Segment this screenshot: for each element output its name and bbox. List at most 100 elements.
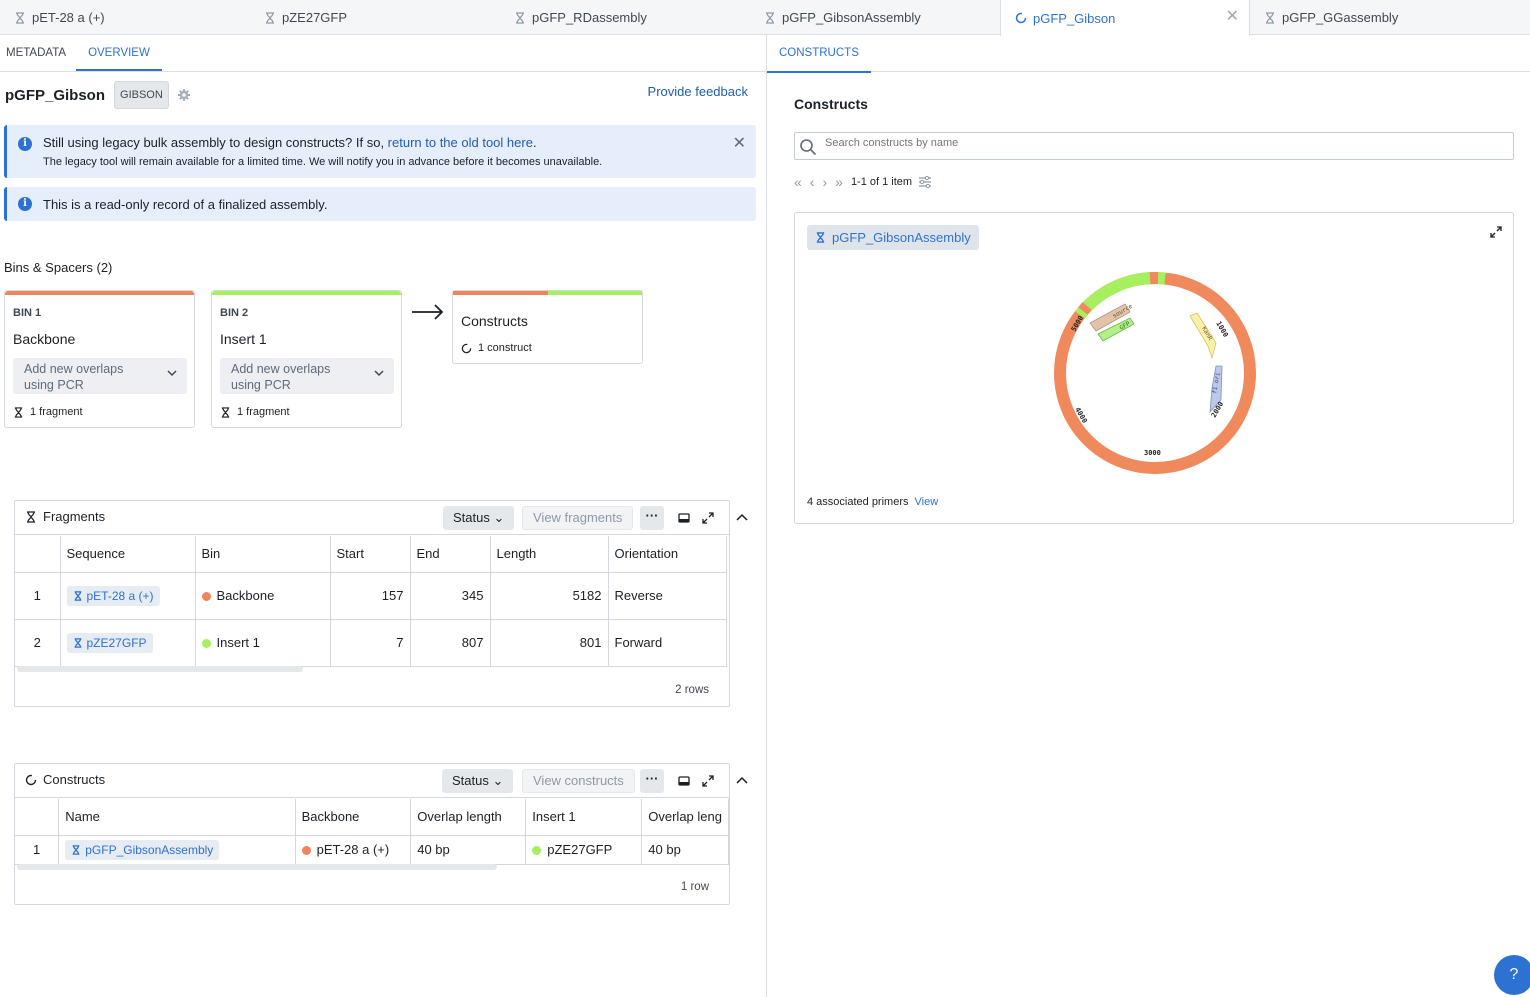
hourglass-icon [27,510,35,523]
column-header[interactable]: Overlap length [410,799,527,836]
readonly-text: This is a read-only record of a finalize… [43,197,328,212]
left-subtabs: METADATA OVERVIEW [0,35,766,72]
column-header[interactable]: Length [490,536,609,573]
tab-label: pGFP_GibsonAssembly [782,10,921,25]
table-header-row: Name Backbone Overlap length Insert 1 Ov… [15,799,729,836]
sequence-chip[interactable]: pET-28 a (+) [66,585,160,606]
hourglass-icon [72,844,80,855]
tab-pze27gfp[interactable]: pZE27GFP [250,0,500,35]
hourglass-icon [74,637,81,648]
construct-chip[interactable]: pGFP_GibsonAssembly [65,839,220,860]
method-badge: GIBSON [114,81,169,109]
tab-metadata[interactable]: METADATA [0,35,72,71]
column-header[interactable]: End [410,536,491,573]
tab-pgfp-ggassembly[interactable]: pGFP_GGassembly [1250,0,1500,35]
legacy-callout-subtext: The legacy tool will remain available fo… [43,156,603,168]
spinner-icon [25,774,37,785]
view-primers-link[interactable]: View [915,496,939,508]
tab-pgfp-rdassembly[interactable]: pGFP_RDassembly [500,0,750,35]
table-header-row: Sequence Bin Start End Length Orientatio… [15,536,727,573]
column-header[interactable]: Insert 1 [525,799,643,836]
help-button[interactable]: ? [1494,955,1530,995]
search-input[interactable] [825,137,1425,149]
next-page-icon[interactable]: › [822,174,827,190]
expand-icon[interactable] [1489,225,1503,239]
sequence-name: pZE27GFP [86,635,147,650]
table-row[interactable]: 1 pGFP_GibsonAssembly pET-28 a (+) 40 bp… [15,835,729,865]
tab-constructs[interactable]: CONSTRUCTS [767,35,871,73]
constructs-title-label: Constructs [43,772,106,787]
prev-page-icon[interactable]: ‹ [810,174,815,190]
search-field[interactable] [794,132,1514,160]
insert-color-dot [532,846,542,855]
backbone-value: pET-28 a (+) [316,842,390,857]
expand-icon[interactable] [701,774,715,788]
tab-pet28a[interactable]: pET-28 a (+) [0,0,250,35]
chevron-down-icon [374,370,384,377]
minimize-icon[interactable] [677,511,691,525]
column-header[interactable]: Backbone [295,799,412,836]
tab-overview[interactable]: OVERVIEW [76,35,162,71]
bin-color-dot [201,592,211,601]
horizontal-scrollbar[interactable] [17,666,303,672]
constructs-panel: Constructs Status ⌄ View constructs ··· … [14,763,748,905]
column-header[interactable]: Start [330,536,411,573]
more-button[interactable]: ··· [640,769,664,793]
view-fragments-button[interactable]: View fragments [522,506,634,530]
first-page-icon[interactable]: « [794,174,802,190]
minimize-icon[interactable] [677,774,691,788]
construct-name: pGFP_GibsonAssembly [85,842,214,857]
readonly-callout: i This is a read-only record of a finali… [4,187,756,221]
bin-value: Insert 1 [216,635,260,650]
status-dropdown[interactable]: Status ⌄ [443,506,515,530]
sequence-chip[interactable]: pZE27GFP [66,632,153,653]
collapse-icon[interactable] [735,774,749,788]
legacy-callout: i Still using legacy bulk assembly to de… [4,125,756,178]
bin-label: BIN 1 [13,307,42,319]
end-cell: 345 [410,572,491,620]
column-header[interactable]: Bin [195,536,331,573]
hourglass-icon [266,11,274,24]
spinner-icon [461,343,472,353]
page-info: 1-1 of 1 item [850,176,913,188]
gear-icon[interactable] [177,88,191,102]
collapse-icon[interactable] [735,511,749,525]
info-icon: i [18,137,32,151]
sliders-icon[interactable] [918,175,932,189]
bins-heading: Bins & Spacers (2) [4,260,113,275]
bin-backbone: BIN 1 Backbone Add new overlaps using PC… [4,290,195,428]
overlap-select[interactable]: Add new overlaps using PCR [13,358,187,394]
overlap-select[interactable]: Add new overlaps using PCR [220,358,394,394]
column-header[interactable]: Sequence [60,536,196,573]
column-header[interactable]: Orientation [608,536,727,573]
orientation-cell: Reverse [608,572,727,620]
hourglass-icon [74,590,81,601]
plasmid-map[interactable]: source GFP KanR f1 ori 5000 1000 2000 30… [1050,268,1260,478]
tab-label: pZE27GFP [282,10,348,25]
expand-icon[interactable] [701,511,715,525]
last-page-icon[interactable]: » [835,174,843,190]
legacy-callout-text: Still using legacy bulk assembly to desi… [43,135,537,150]
fragment-count-label: 1 fragment [237,406,290,418]
horizontal-scrollbar[interactable] [17,864,497,870]
construct-chip[interactable]: pGFP_GibsonAssembly [807,225,979,250]
column-header[interactable]: Name [58,799,296,836]
table-row[interactable]: 2 pZE27GFP Insert 1 7 807 801 Forward [15,619,727,667]
column-header[interactable]: Overlap leng [641,799,729,836]
more-button[interactable]: ··· [640,506,664,530]
close-icon[interactable]: ✕ [733,133,746,153]
table-row[interactable]: 1 pET-28 a (+) Backbone 157 345 5182 Rev… [15,572,727,620]
info-icon: i [18,197,32,211]
status-dropdown[interactable]: Status ⌄ [442,769,514,793]
fragments-table: Sequence Bin Start End Length Orientatio… [15,536,727,667]
overlap-cell: 40 bp [641,835,729,865]
row-index: 1 [15,835,60,865]
provide-feedback-link[interactable]: Provide feedback [648,84,748,99]
tab-pgfp-gibsonassembly[interactable]: pGFP_GibsonAssembly [750,0,1000,35]
tab-pgfp-gibson[interactable]: pGFP_Gibson ✕ [1000,0,1250,36]
status-label: Status [453,510,490,525]
view-constructs-button[interactable]: View constructs [522,769,635,793]
close-tab-icon[interactable]: ✕ [1226,9,1239,25]
length-cell: 5182 [490,572,609,620]
old-tool-link[interactable]: return to the old tool here [388,135,533,150]
